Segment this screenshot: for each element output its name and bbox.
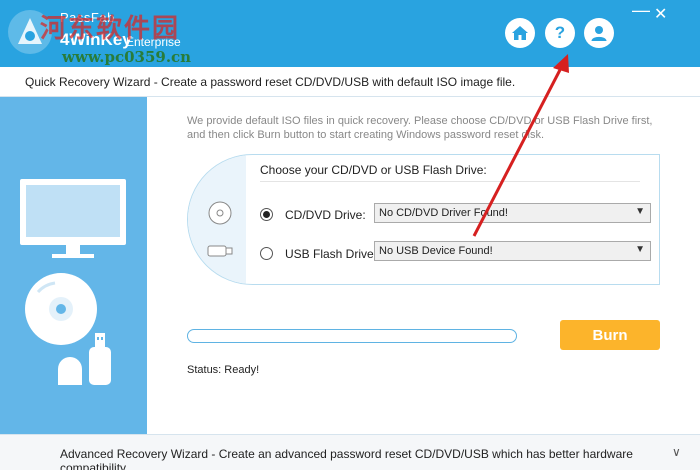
cd-dvd-dropdown[interactable]: No CD/DVD Driver Found! ▼ (374, 203, 651, 223)
cd-dvd-label: CD/DVD Drive: (285, 208, 366, 222)
chevron-down-icon: ▼ (635, 206, 645, 217)
drive-type-icons (207, 201, 233, 257)
home-icon (512, 26, 528, 40)
wizard-title: Quick Recovery Wizard - Create a passwor… (25, 75, 516, 89)
instructions-text: We provide default ISO files in quick re… (187, 115, 653, 141)
illustration-icon (20, 179, 126, 385)
cd-dvd-dropdown-value: No CD/DVD Driver Found! (379, 207, 508, 219)
burn-progress-bar (187, 329, 517, 343)
user-icon (591, 26, 607, 41)
account-button[interactable] (584, 18, 614, 48)
cd-dvd-radio[interactable] (260, 208, 273, 221)
usb-dropdown-value: No USB Device Found! (379, 245, 493, 257)
main-content: We provide default ISO files in quick re… (147, 97, 700, 434)
watermark-url: www.pc0359.cn (62, 48, 192, 66)
help-button[interactable]: ? (545, 18, 575, 48)
drive-selection-panel: Choose your CD/DVD or USB Flash Drive: C… (187, 154, 660, 285)
minimize-button[interactable]: — (632, 0, 650, 21)
divider (260, 181, 640, 182)
usb-label: USB Flash Drive: (285, 247, 378, 261)
advanced-wizard-bar[interactable]: Advanced Recovery Wizard - Create an adv… (0, 434, 700, 470)
choose-drive-label: Choose your CD/DVD or USB Flash Drive: (260, 163, 487, 177)
chevron-down-icon: ▼ (635, 244, 645, 255)
illustration-panel (0, 97, 147, 434)
disc-icon (208, 201, 232, 225)
title-bar: PassFab 4WinKey Enterprise 河东软件园 www.pc0… (0, 0, 700, 67)
usb-dropdown[interactable]: No USB Device Found! ▼ (374, 241, 651, 261)
wizard-header: Quick Recovery Wizard - Create a passwor… (0, 67, 700, 97)
watermark-text: 河东软件园 (40, 14, 181, 44)
drive-icons-strip (188, 155, 246, 284)
close-button[interactable]: ✕ (654, 4, 667, 24)
help-icon: ? (554, 23, 566, 42)
status-text: Status: Ready! (187, 364, 260, 376)
usb-radio[interactable] (260, 247, 273, 260)
burn-button[interactable]: Burn (560, 320, 660, 350)
home-button[interactable] (505, 18, 535, 48)
expand-chevron-icon[interactable]: ∨ (672, 445, 681, 459)
usb-drive-icon (207, 245, 233, 257)
advanced-wizard-title: Advanced Recovery Wizard - Create an adv… (60, 447, 633, 470)
